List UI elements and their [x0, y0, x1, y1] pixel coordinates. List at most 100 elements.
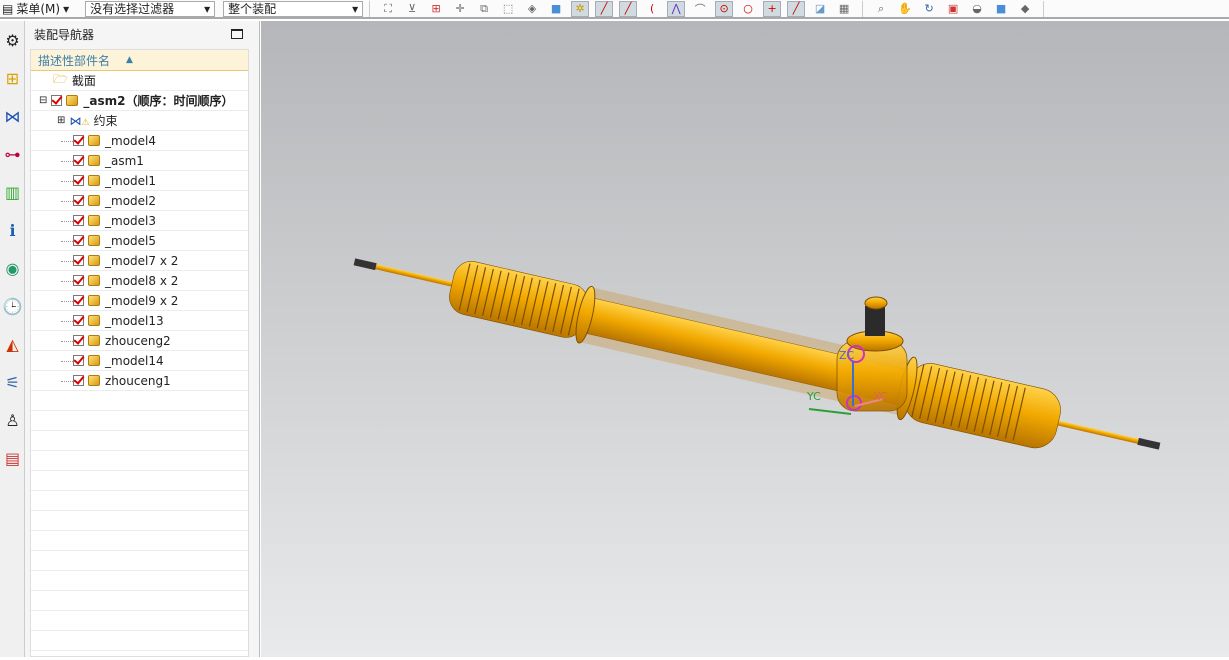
tree-node-section[interactable]: 🗁 截面	[31, 71, 248, 91]
rotate-icon[interactable]: ↻	[920, 1, 938, 17]
collapse-icon[interactable]: ⊟	[39, 95, 47, 106]
selection-filter-dropdown[interactable]: 没有选择过滤器 ▾	[85, 0, 216, 17]
midpoint-icon[interactable]: ╱	[619, 0, 638, 17]
role-icon[interactable]: ♙	[0, 401, 25, 439]
visibility-checkbox[interactable]	[73, 315, 84, 326]
type-filter-icon[interactable]: ⊞	[427, 1, 445, 17]
maximize-button[interactable]	[231, 29, 243, 39]
empty-row	[31, 571, 248, 591]
tree-node-component[interactable]: _model7 x 2	[31, 251, 248, 271]
component-icon	[88, 335, 100, 346]
empty-row	[31, 591, 248, 611]
component-icon	[88, 235, 100, 246]
intersection-icon[interactable]: ⋀	[667, 0, 686, 17]
rectangle-select-icon[interactable]: ⬚	[499, 1, 517, 17]
expand-icon[interactable]: ⊞	[57, 115, 65, 126]
settings-icon[interactable]: ⚙	[0, 21, 25, 59]
tree-node-root[interactable]: ⊟ _asm2（顺序：时间顺序）	[31, 91, 248, 111]
tree-node-component[interactable]: _model2	[31, 191, 248, 211]
part-navigator-icon[interactable]: ⊶	[0, 135, 25, 173]
quadrant-icon[interactable]: ○	[739, 1, 757, 17]
component-icon	[88, 175, 100, 186]
palette-icon[interactable]: ◭	[0, 325, 25, 363]
right-rod-tip	[1137, 437, 1161, 450]
tree-node-component[interactable]: _model8 x 2	[31, 271, 248, 291]
display-icon[interactable]: ◆	[1016, 1, 1034, 17]
visibility-checkbox[interactable]	[73, 135, 84, 146]
render-style-icon[interactable]: ◒	[968, 1, 986, 17]
info-icon[interactable]: ℹ	[0, 211, 25, 249]
visibility-checkbox[interactable]	[73, 255, 84, 266]
arc-center-icon[interactable]: ⌒	[691, 1, 709, 17]
tree-node-component[interactable]: _model14	[31, 351, 248, 371]
process-studio-icon[interactable]: ⚟	[0, 363, 25, 401]
empty-row	[31, 631, 248, 651]
assembly-tree: 描述性部件名 ▲ 🗁 截面 ⊟ _asm2（顺序：时间顺序） ⊞ ⋈⚠ 约束 _model…	[30, 49, 249, 657]
solid-icon[interactable]: ◈	[523, 1, 541, 17]
graphics-window[interactable]: YC XC ZC	[261, 21, 1229, 657]
face-icon[interactable]: ◪	[811, 1, 829, 17]
empty-row	[31, 391, 248, 411]
assembly-navigator-icon[interactable]: ⊞	[0, 59, 25, 97]
tree-node-component[interactable]: _model5	[31, 231, 248, 251]
empty-row	[31, 511, 248, 531]
visibility-checkbox[interactable]	[73, 195, 84, 206]
web-browser-icon[interactable]: ◉	[0, 249, 25, 287]
empty-row	[31, 471, 248, 491]
visibility-checkbox[interactable]	[73, 275, 84, 286]
visibility-checkbox[interactable]	[73, 175, 84, 186]
visibility-checkbox[interactable]	[73, 375, 84, 386]
tree-node-component[interactable]: zhouceng1	[31, 371, 248, 391]
crosshair-icon[interactable]: ✛	[451, 1, 469, 17]
grid-icon[interactable]: ▦	[835, 1, 853, 17]
column-header-description[interactable]: 描述性部件名 ▲	[31, 50, 248, 71]
center-icon[interactable]: ⊙	[715, 0, 734, 17]
component-icon	[88, 255, 100, 266]
component-name: _model3	[105, 213, 156, 228]
tree-node-component[interactable]: _model13	[31, 311, 248, 331]
component-icon	[88, 275, 100, 286]
tree-node-constraints[interactable]: ⊞ ⋈⚠ 约束	[31, 111, 248, 131]
empty-row	[31, 411, 248, 431]
sort-ascending-icon: ▲	[126, 55, 133, 65]
pan-icon[interactable]: ✋	[896, 1, 914, 17]
constraint-navigator-icon[interactable]: ⋈	[0, 97, 25, 135]
snap-points-icon[interactable]: ✲	[571, 0, 590, 17]
tree-node-component[interactable]: _model9 x 2	[31, 291, 248, 311]
visibility-checkbox[interactable]	[73, 335, 84, 346]
visibility-checkbox[interactable]	[73, 295, 84, 306]
tree-node-component[interactable]: _model4	[31, 131, 248, 151]
system-materials-icon[interactable]: ▤	[0, 439, 25, 477]
history-icon[interactable]: 🕒	[0, 287, 25, 325]
tree-node-component[interactable]: zhouceng2	[31, 331, 248, 351]
control-point-icon[interactable]: (	[643, 1, 661, 17]
zoom-fit-icon[interactable]: ⌕	[872, 1, 890, 17]
visibility-checkbox[interactable]	[73, 235, 84, 246]
visibility-checkbox[interactable]	[73, 155, 84, 166]
filter-icon[interactable]: ⊻	[403, 1, 421, 17]
assembly-navigator-panel: 装配导航器 描述性部件名 ▲ 🗁 截面 ⊟ _asm2（顺序：时间顺序） ⊞ ⋈⚠ 约束 …	[25, 21, 260, 657]
select-icon[interactable]: ⛶	[379, 1, 397, 17]
tree-node-component[interactable]: _asm1	[31, 151, 248, 171]
view-cube-icon[interactable]: ■	[992, 1, 1010, 17]
endpoint-icon[interactable]: ╱	[595, 0, 614, 17]
component-icon	[88, 315, 100, 326]
tree-node-component[interactable]: _model3	[31, 211, 248, 231]
visibility-checkbox[interactable]	[73, 215, 84, 226]
body-icon[interactable]: ■	[547, 1, 565, 17]
reuse-library-icon[interactable]: ▥	[0, 173, 25, 211]
orient-view-icon[interactable]: ▣	[944, 1, 962, 17]
tree-node-component[interactable]: _model1	[31, 171, 248, 191]
component-name: _model7 x 2	[105, 253, 179, 268]
visibility-checkbox[interactable]	[51, 95, 63, 106]
scope-dropdown[interactable]: 整个装配 ▾	[223, 0, 364, 17]
component-name: _model5	[105, 233, 156, 248]
empty-row	[31, 451, 248, 471]
assembly-model[interactable]: YC XC ZC	[261, 21, 1229, 657]
visibility-checkbox[interactable]	[73, 355, 84, 366]
assembly-icon	[66, 95, 79, 106]
point-on-curve-icon[interactable]: +	[763, 0, 782, 17]
menu-button[interactable]: ▤ 菜单(M) ▾	[0, 0, 69, 17]
point-on-face-icon[interactable]: ╱	[787, 0, 806, 17]
select-parts-icon[interactable]: ⧉	[475, 1, 493, 17]
